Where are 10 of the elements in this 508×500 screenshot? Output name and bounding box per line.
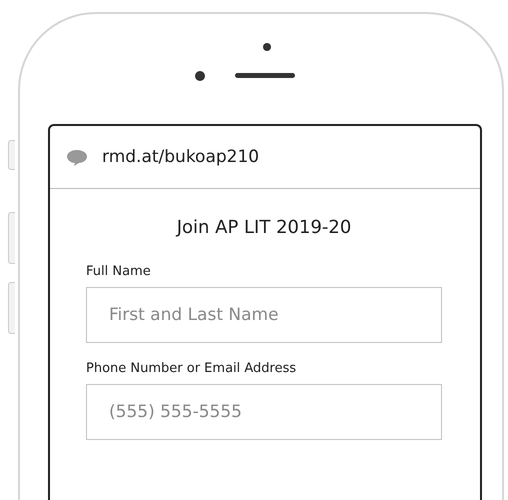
chat-bubble-icon: [66, 148, 88, 166]
form-title: Join AP LIT 2019-20: [174, 217, 352, 238]
url-text: rmd.at/bukoap210: [102, 147, 260, 167]
field-label: Full Name: [86, 264, 152, 279]
field-label: Phone Number or Email Address: [86, 361, 298, 376]
input-field[interactable]: First and Last Name: [86, 287, 442, 343]
speaker-bar: [235, 73, 295, 78]
sensor-dot: [263, 43, 271, 51]
camera-dot: [195, 71, 205, 81]
input-field[interactable]: (555) 555-5555: [86, 384, 442, 440]
